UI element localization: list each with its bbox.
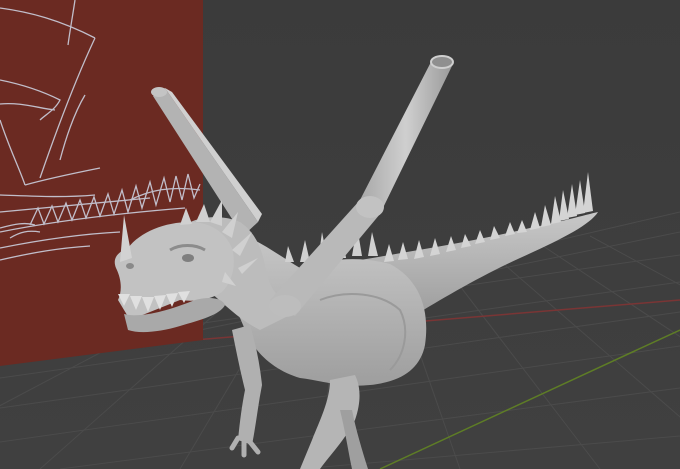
wing-bone-open-end: [430, 55, 454, 69]
dragon-eye: [182, 254, 194, 262]
3d-viewport[interactable]: [0, 0, 680, 469]
viewport-canvas[interactable]: [0, 0, 680, 469]
